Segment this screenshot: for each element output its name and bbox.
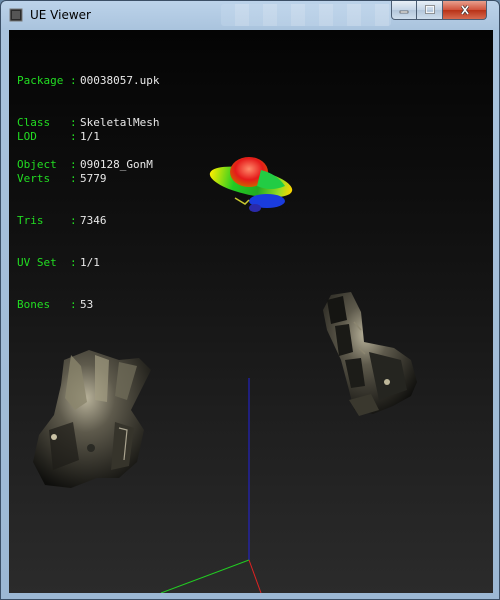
stat-key: Bones : <box>17 298 77 311</box>
maximize-icon <box>424 5 435 14</box>
title-bar[interactable]: UE Viewer <box>1 1 499 29</box>
stat-row-bones: Bones :53 <box>17 298 107 312</box>
stat-row-lod: LOD :1/1 <box>17 130 107 144</box>
y-axis <box>160 559 250 593</box>
stat-key: UV Set : <box>17 256 77 269</box>
stat-row-tris: Tris :7346 <box>17 214 107 228</box>
stat-key: LOD : <box>17 130 77 143</box>
info-key: Package : <box>17 74 77 87</box>
stat-value: 5779 <box>80 172 107 185</box>
info-value: 00038057.upk <box>80 74 160 87</box>
minimize-button[interactable] <box>391 1 417 20</box>
stat-value: 1/1 <box>80 130 100 143</box>
stat-row-uv-set: UV Set :1/1 <box>17 256 107 270</box>
title-bar-background <box>221 4 391 26</box>
minimize-icon <box>399 10 409 14</box>
3d-viewport[interactable]: Package :00038057.upk Class : SkeletalMes… <box>9 30 493 593</box>
stat-key: Tris : <box>17 214 77 227</box>
right-hand-mesh <box>323 292 417 416</box>
stat-row-verts: Verts :5779 <box>17 172 107 186</box>
skeleton-bone-marker <box>209 157 293 212</box>
maximize-button[interactable] <box>417 1 443 20</box>
ue-viewer-window: UE Viewer Package: 00038057.upk Class:… <box>0 0 500 600</box>
stat-value: 1/1 <box>80 256 100 269</box>
stat-value: 7346 <box>80 214 107 227</box>
close-button[interactable] <box>443 1 487 20</box>
info-row-package: Package :00038057.upk <box>17 74 159 88</box>
x-axis <box>248 559 262 593</box>
close-icon <box>460 5 469 15</box>
stat-value: 53 <box>80 298 94 311</box>
window-title: UE Viewer <box>30 8 91 22</box>
origin-axes <box>160 378 262 593</box>
app-icon <box>9 8 23 22</box>
left-hand-mesh <box>33 350 151 488</box>
mesh-stats-overlay: LOD :1/1 Verts :5779 Tris :7346 UV Set :… <box>17 102 107 340</box>
stat-key: Verts : <box>17 172 77 185</box>
